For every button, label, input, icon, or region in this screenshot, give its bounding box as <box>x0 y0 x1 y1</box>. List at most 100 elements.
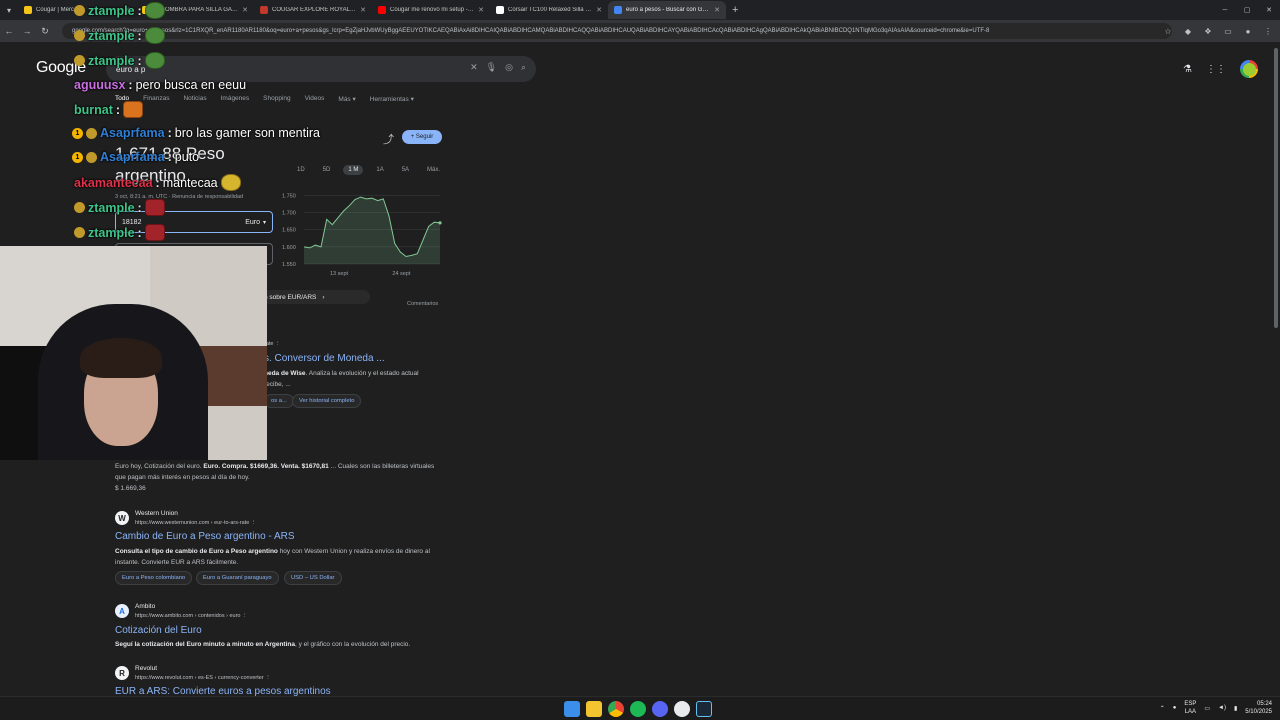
comments-link[interactable]: Comentarios <box>407 301 438 307</box>
wise-chip[interactable]: os a... <box>264 394 294 408</box>
sidebar-icon[interactable]: ▭ <box>1220 23 1236 39</box>
extensions-puzzle-icon[interactable]: ❖ <box>1200 23 1216 39</box>
maximize-icon[interactable]: ▢ <box>1236 0 1258 20</box>
menu-icon[interactable]: ⋮ <box>1260 23 1276 39</box>
battery-icon[interactable]: ▮ <box>1234 705 1237 712</box>
result-site-name[interactable]: Ambito <box>135 603 155 610</box>
minimize-icon[interactable]: ─ <box>1214 0 1236 20</box>
related-chip[interactable]: Euro a Guaraní paraguayo <box>196 571 279 585</box>
network-icon[interactable]: ▭ <box>1204 705 1210 712</box>
back-icon[interactable]: ← <box>0 26 18 36</box>
microphone-icon[interactable]: ● <box>1173 705 1177 711</box>
more-about-label: n sobre EUR/ARS <box>264 293 317 301</box>
pepe-emote-icon <box>144 27 165 44</box>
wise-result-title[interactable]: s. Conversor de Moneda ... <box>264 353 385 364</box>
chat-text: mantecaa <box>162 175 218 190</box>
forward-icon[interactable]: → <box>18 26 36 36</box>
close-tab-icon[interactable]: ✕ <box>478 6 484 14</box>
related-chip[interactable]: Euro a Peso colombiano <box>115 571 193 585</box>
profile-icon[interactable]: ● <box>1240 23 1256 39</box>
badge-icon <box>86 151 97 163</box>
window-controls: ─ ▢ ✕ <box>1214 0 1280 20</box>
chrome-icon[interactable] <box>608 701 624 717</box>
chat-message: ztample: <box>74 2 165 19</box>
browser-tab[interactable]: Corsair TC100 Relaxed Silla para... ✕ <box>490 1 608 19</box>
revolut-icon[interactable]: R <box>115 666 129 680</box>
more-options-icon[interactable]: ⋮ <box>251 520 257 526</box>
bookmark-star-icon[interactable]: ☆ <box>1160 23 1176 39</box>
snippet-bold: Euro. Compra. $1669,36. Venta. $1670,81 <box>203 463 329 470</box>
chat-text: puto <box>174 150 200 164</box>
chat-message: ztample: <box>74 224 165 241</box>
microphone-icon[interactable]: 🎙 <box>486 62 497 73</box>
start-icon[interactable] <box>564 701 580 717</box>
keyboard-layout: LAA <box>1184 709 1197 715</box>
more-options-icon[interactable]: ⋮ <box>275 341 281 347</box>
chat-message: ztample: <box>74 199 165 216</box>
page-scrollbar[interactable] <box>1272 42 1280 696</box>
search-icon[interactable]: ⌕ <box>521 62 526 73</box>
ambito-icon[interactable]: A <box>115 604 129 618</box>
badge-icon <box>74 202 85 213</box>
chat-username: Asaprfama <box>100 150 165 164</box>
chat-message: burnat: <box>74 101 144 118</box>
result-title[interactable]: Cambio de Euro a Peso argentino - ARS <box>115 531 295 542</box>
tab-search-icon[interactable]: ▾ <box>0 0 18 20</box>
discord-icon[interactable] <box>652 701 668 717</box>
chat-username: ztample <box>88 225 135 240</box>
new-tab-button[interactable]: + <box>726 4 744 16</box>
tray-chevron-up-icon[interactable]: ⌃ <box>1160 705 1165 712</box>
y-tick-label: 1.550 <box>282 262 296 268</box>
close-tab-icon[interactable]: ✕ <box>596 6 602 14</box>
tab-tools[interactable]: Herramientas ▾ <box>370 95 414 103</box>
file-explorer-icon[interactable] <box>586 701 602 717</box>
x-tick-label: 24 sept <box>392 271 411 277</box>
range-option[interactable]: 5A <box>397 165 414 175</box>
clear-icon[interactable]: ✕ <box>470 62 478 73</box>
reload-icon[interactable]: ↻ <box>36 26 54 37</box>
volume-icon[interactable]: ◄) <box>1218 705 1226 711</box>
extension-icon[interactable]: ◆ <box>1180 23 1196 39</box>
avatar[interactable] <box>1240 60 1258 78</box>
emote-icon <box>144 199 165 216</box>
scrollbar-thumb[interactable] <box>1274 48 1278 328</box>
chat-message: ztample: <box>74 52 165 69</box>
follow-button[interactable]: + Seguir <box>402 130 442 144</box>
close-window-icon[interactable]: ✕ <box>1258 0 1280 20</box>
browser-tab[interactable]: Cougar me renovó mi setup - Y... ✕ <box>372 1 490 19</box>
tab-favicon-icon <box>378 6 386 14</box>
spotify-icon[interactable] <box>630 701 646 717</box>
app-icon[interactable] <box>674 701 690 717</box>
range-option-selected[interactable]: 1 M <box>343 165 364 175</box>
lens-icon[interactable]: ◎ <box>505 62 513 73</box>
share-icon[interactable]: ⤴ <box>383 131 394 147</box>
range-option[interactable]: Máx. <box>422 165 445 175</box>
system-clock[interactable]: 05:24 5/10/2025 <box>1245 700 1272 716</box>
emote-icon <box>220 174 241 191</box>
history-chip[interactable]: Ver historial completo <box>292 394 362 408</box>
steam-icon[interactable] <box>696 701 712 717</box>
more-options-icon[interactable]: ⋮ <box>242 613 248 619</box>
chat-username: burnat <box>74 102 113 117</box>
wise-snippet-line2: recibe, ... <box>264 381 291 388</box>
browser-tab-active[interactable]: euro a pesos - Buscar con Goo... ✕ <box>608 1 726 19</box>
apps-grid-icon[interactable]: ⋮⋮ <box>1206 64 1226 75</box>
x-tick-label: 13 sept <box>330 271 349 277</box>
result-url-text: https://www.revolut.com › es-ES › curren… <box>135 675 264 681</box>
more-options-icon[interactable]: ⋮ <box>265 675 271 681</box>
result-site-name[interactable]: Western Union <box>135 510 178 517</box>
result-site-name[interactable]: Revolut <box>135 665 157 672</box>
close-tab-icon[interactable]: ✕ <box>714 6 720 14</box>
pepe-emote-icon <box>144 2 165 19</box>
chat-username: ztample <box>88 28 135 43</box>
tab-more[interactable]: Más ▾ <box>338 95 355 103</box>
input-language[interactable]: ESP LAA <box>1184 700 1196 716</box>
result-title[interactable]: Cotización del Euro <box>115 625 202 636</box>
more-about-link[interactable]: n sobre EUR/ARS › <box>258 290 370 304</box>
related-chip[interactable]: USD – US Dollar <box>284 571 342 585</box>
labs-flask-icon[interactable]: ⚗ <box>1183 64 1192 75</box>
close-tab-icon[interactable]: ✕ <box>360 6 366 14</box>
western-union-icon[interactable]: W <box>115 511 129 525</box>
stream-chat-overlay: ztample: ztample: ztample: aguuusx: pero … <box>72 0 334 245</box>
range-option[interactable]: 1A <box>371 165 388 175</box>
